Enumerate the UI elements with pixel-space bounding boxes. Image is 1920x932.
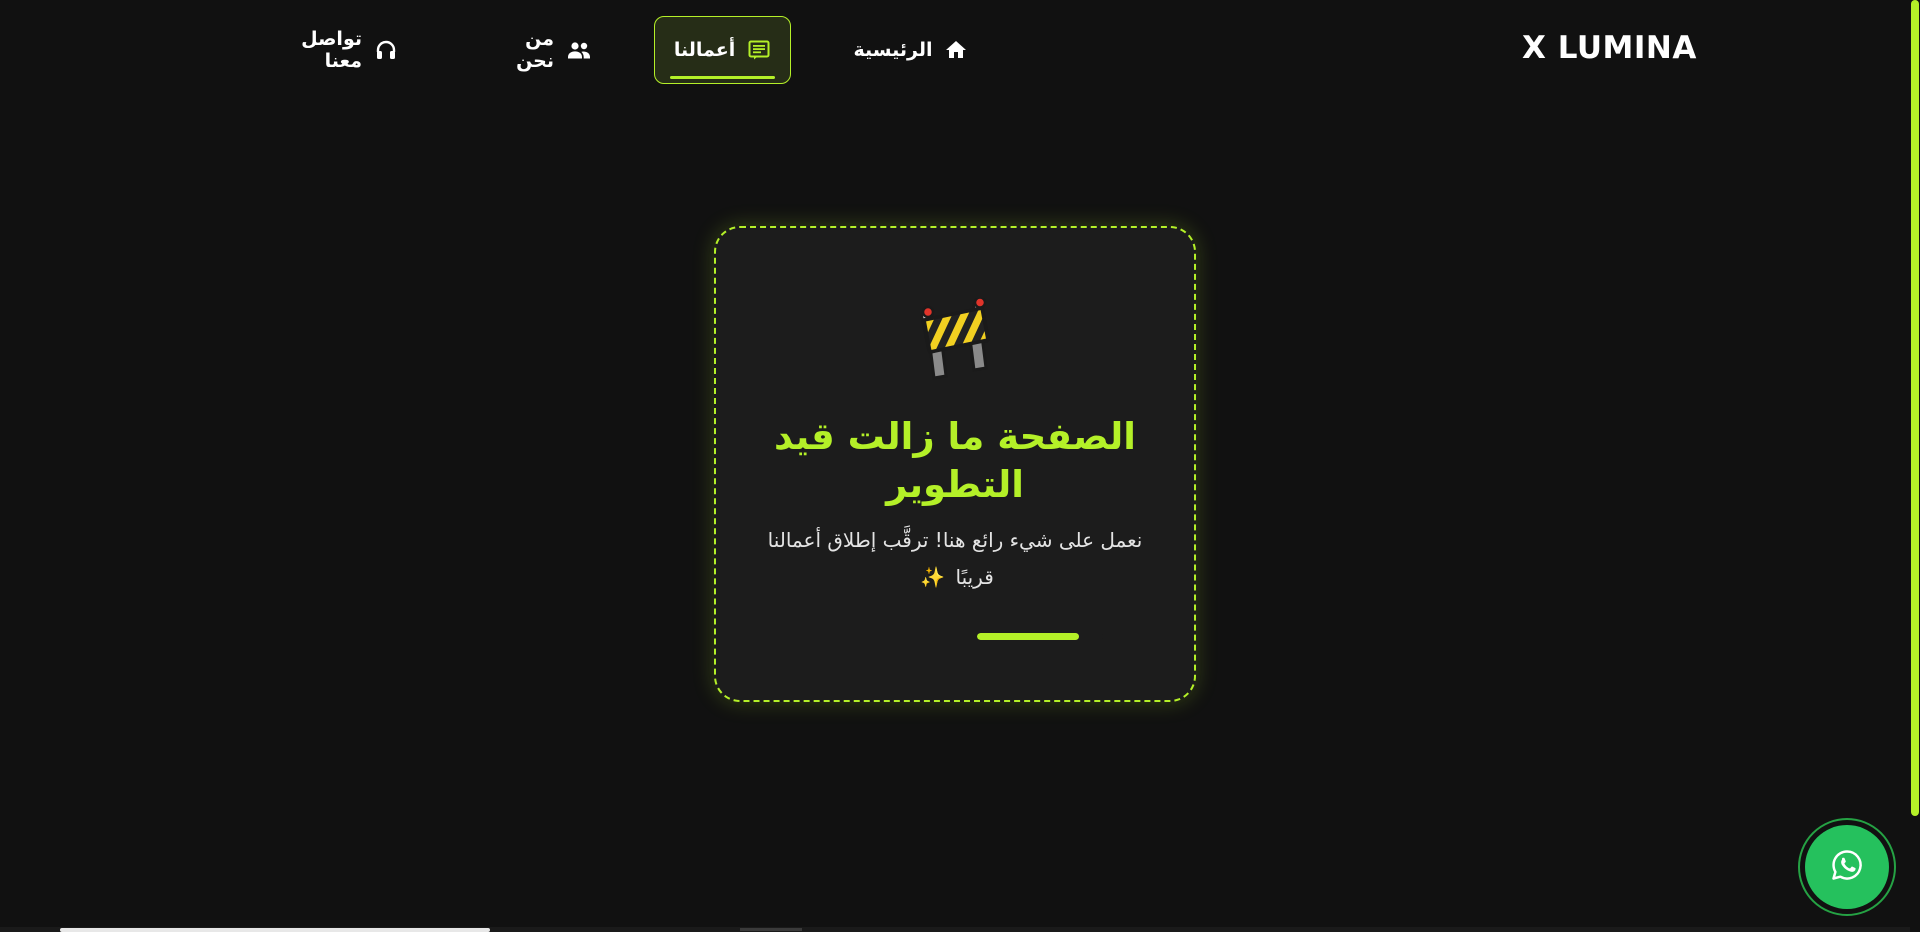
- horizontal-scrollbar-thumb[interactable]: [60, 928, 490, 932]
- nav-work-label: أعمالنا: [673, 39, 736, 61]
- construction-barrier-icon: [916, 296, 994, 384]
- chat-list-icon: [747, 38, 771, 62]
- card-title: الصفحة ما زالت قيد التطوير: [774, 415, 1136, 506]
- active-underline: [670, 76, 775, 79]
- nav-about-label: من نحن: [516, 28, 554, 72]
- nav-home[interactable]: الرئيسية: [853, 16, 968, 84]
- headset-icon: [374, 38, 398, 62]
- whatsapp-button[interactable]: [1798, 818, 1896, 916]
- brand-logo[interactable]: X LUMINA: [1522, 30, 1697, 66]
- card-subtitle-text: نعمل على شيء رائع هنا! ترقَّب إطلاق أعما…: [767, 528, 1143, 589]
- loading-bar-fill: [977, 633, 1080, 640]
- vertical-scrollbar-thumb[interactable]: [1911, 0, 1919, 816]
- nav-home-label: الرئيسية: [853, 39, 933, 61]
- loading-bar: [977, 633, 1103, 640]
- card-subtitle: نعمل على شيء رائع هنا! ترقَّب إطلاق أعما…: [766, 522, 1144, 596]
- people-icon: [566, 38, 592, 62]
- home-icon: [944, 38, 968, 62]
- whatsapp-button-circle[interactable]: [1805, 825, 1889, 909]
- page: X LUMINA الرئيسية أعمالنا من نحن تواصل م…: [0, 0, 1920, 932]
- nav-about[interactable]: من نحن: [482, 16, 592, 84]
- under-construction-card: الصفحة ما زالت قيد التطوير نعمل على شيء …: [714, 226, 1196, 702]
- nav-work[interactable]: أعمالنا: [654, 16, 791, 84]
- whatsapp-icon: [1829, 847, 1865, 887]
- horizontal-scrollbar-marker: [740, 928, 802, 931]
- nav-contact[interactable]: تواصل معنا: [262, 16, 398, 84]
- nav-contact-label: تواصل معنا: [301, 28, 362, 72]
- sparkle-icon: ✨: [920, 565, 946, 589]
